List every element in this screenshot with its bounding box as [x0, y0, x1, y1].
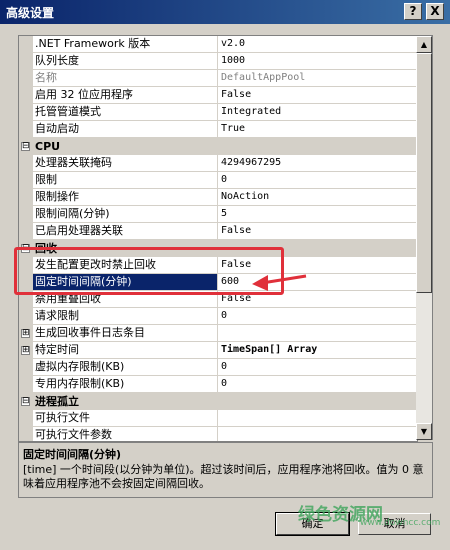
property-name: .NET Framework 版本 [33, 36, 218, 53]
property-name: 队列长度 [33, 53, 218, 70]
property-value[interactable]: False [218, 87, 417, 104]
collapse-icon[interactable]: ⊟ [21, 244, 30, 253]
close-button[interactable]: X [426, 3, 444, 20]
scrollbar-thumb[interactable] [416, 53, 432, 293]
property-name: 处理器关联掩码 [33, 155, 218, 172]
property-value[interactable]: 0 [218, 172, 417, 189]
property-name: 限制操作 [33, 189, 218, 206]
property-row-limit[interactable]: 限制 0 [19, 172, 417, 189]
property-value[interactable]: v2.0 [218, 36, 417, 53]
property-row-pipeline-mode[interactable]: 托管管道模式 Integrated [19, 104, 417, 121]
property-name: 托管管道模式 [33, 104, 218, 121]
property-value[interactable]: 5 [218, 206, 417, 223]
property-value[interactable] [218, 427, 417, 441]
category-cpu[interactable]: ⊟ CPU [19, 138, 417, 155]
property-row-limit-action[interactable]: 限制操作 NoAction [19, 189, 417, 206]
category-label: 回收 [35, 242, 57, 255]
property-name: 生成回收事件日志条目 [33, 325, 218, 342]
property-name: 限制 [33, 172, 218, 189]
property-name: 已启用处理器关联 [33, 223, 218, 240]
property-value: DefaultAppPool [218, 70, 417, 87]
property-name: 可执行文件参数 [33, 427, 218, 441]
property-row-private-memory-limit[interactable]: 专用内存限制(KB) 0 [19, 376, 417, 393]
scroll-up-icon[interactable]: ▲ [416, 36, 432, 53]
property-value[interactable]: Integrated [218, 104, 417, 121]
property-value[interactable] [218, 410, 417, 427]
category-process-orphan[interactable]: ⊟ 进程孤立 [19, 393, 417, 410]
description-text: [time] 一个时间段(以分钟为单位)。超过该时间后，应用程序池将回收。值为 … [23, 463, 424, 490]
property-row-queue-length[interactable]: 队列长度 1000 [19, 53, 417, 70]
property-grid: .NET Framework 版本 v2.0 队列长度 1000 名称 Default… [18, 35, 418, 442]
property-value[interactable]: 0 [218, 359, 417, 376]
description-title: 固定时间间隔(分钟) [23, 448, 122, 461]
property-row-specific-times[interactable]: ⊞ 特定时间 TimeSpan[] Array [19, 342, 417, 359]
collapse-icon[interactable]: ⊟ [21, 142, 30, 151]
property-value[interactable]: NoAction [218, 189, 417, 206]
property-row-recycle-event-log[interactable]: ⊞ 生成回收事件日志条目 [19, 325, 417, 342]
property-name: 限制间隔(分钟) [33, 206, 218, 223]
property-row-disallow-recycle-on-config-change[interactable]: 发生配置更改时禁止回收 False [19, 257, 417, 274]
property-name: 自动启动 [33, 121, 218, 138]
property-name: 虚拟内存限制(KB) [33, 359, 218, 376]
property-row-fixed-interval[interactable]: 固定时间间隔(分钟) 600 [19, 274, 417, 291]
property-name: 请求限制 [33, 308, 218, 325]
property-name: 专用内存限制(KB) [33, 376, 218, 393]
property-value[interactable]: False [218, 223, 417, 240]
property-row-name[interactable]: 名称 DefaultAppPool [19, 70, 417, 87]
property-name: 可执行文件 [33, 410, 218, 427]
property-row-executable[interactable]: 可执行文件 [19, 410, 417, 427]
property-value[interactable]: 4294967295 [218, 155, 417, 172]
collapse-icon[interactable]: ⊟ [21, 397, 30, 406]
property-name: 特定时间 [33, 342, 218, 359]
property-row-enable-32bit[interactable]: 启用 32 位应用程序 False [19, 87, 417, 104]
property-name: 名称 [33, 70, 218, 87]
property-name: 固定时间间隔(分钟) [33, 274, 218, 291]
expand-icon[interactable]: ⊞ [21, 329, 30, 338]
property-row-virtual-memory-limit[interactable]: 虚拟内存限制(KB) 0 [19, 359, 417, 376]
property-row-auto-start[interactable]: 自动启动 True [19, 121, 417, 138]
category-label: 进程孤立 [35, 395, 79, 408]
property-row-processor-mask[interactable]: 处理器关联掩码 4294967295 [19, 155, 417, 172]
property-row-disable-overlapped-recycle[interactable]: 禁用重叠回收 False [19, 291, 417, 308]
vertical-scrollbar[interactable]: ▲ ▼ [416, 35, 433, 440]
property-name: 发生配置更改时禁止回收 [33, 257, 218, 274]
help-button[interactable]: ? [404, 3, 422, 20]
scroll-down-icon[interactable]: ▼ [416, 423, 432, 440]
property-value[interactable]: True [218, 121, 417, 138]
annotation-arrow-icon [252, 274, 307, 291]
property-row-processor-affinity[interactable]: 已启用处理器关联 False [19, 223, 417, 240]
property-row-framework-version[interactable]: .NET Framework 版本 v2.0 [19, 36, 417, 53]
expand-icon[interactable]: ⊞ [21, 346, 30, 355]
property-row-limit-interval[interactable]: 限制间隔(分钟) 5 [19, 206, 417, 223]
property-value[interactable]: TimeSpan[] Array [218, 342, 417, 359]
property-value[interactable]: 0 [218, 308, 417, 325]
title-bar: 高级设置 ? X [0, 0, 450, 24]
property-name: 启用 32 位应用程序 [33, 87, 218, 104]
watermark-url: www.downcc.com [360, 518, 441, 528]
category-label: CPU [35, 140, 61, 153]
property-value[interactable] [218, 325, 417, 342]
category-recycle[interactable]: ⊟ 回收 [19, 240, 417, 257]
property-row-executable-parameters[interactable]: 可执行文件参数 [19, 427, 417, 441]
window-title: 高级设置 [6, 6, 55, 20]
property-value[interactable]: 1000 [218, 53, 417, 70]
description-panel: 固定时间间隔(分钟) [time] 一个时间段(以分钟为单位)。超过该时间后，应… [18, 442, 433, 498]
property-value[interactable]: 0 [218, 376, 417, 393]
property-row-request-limit[interactable]: 请求限制 0 [19, 308, 417, 325]
property-name: 禁用重叠回收 [33, 291, 218, 308]
